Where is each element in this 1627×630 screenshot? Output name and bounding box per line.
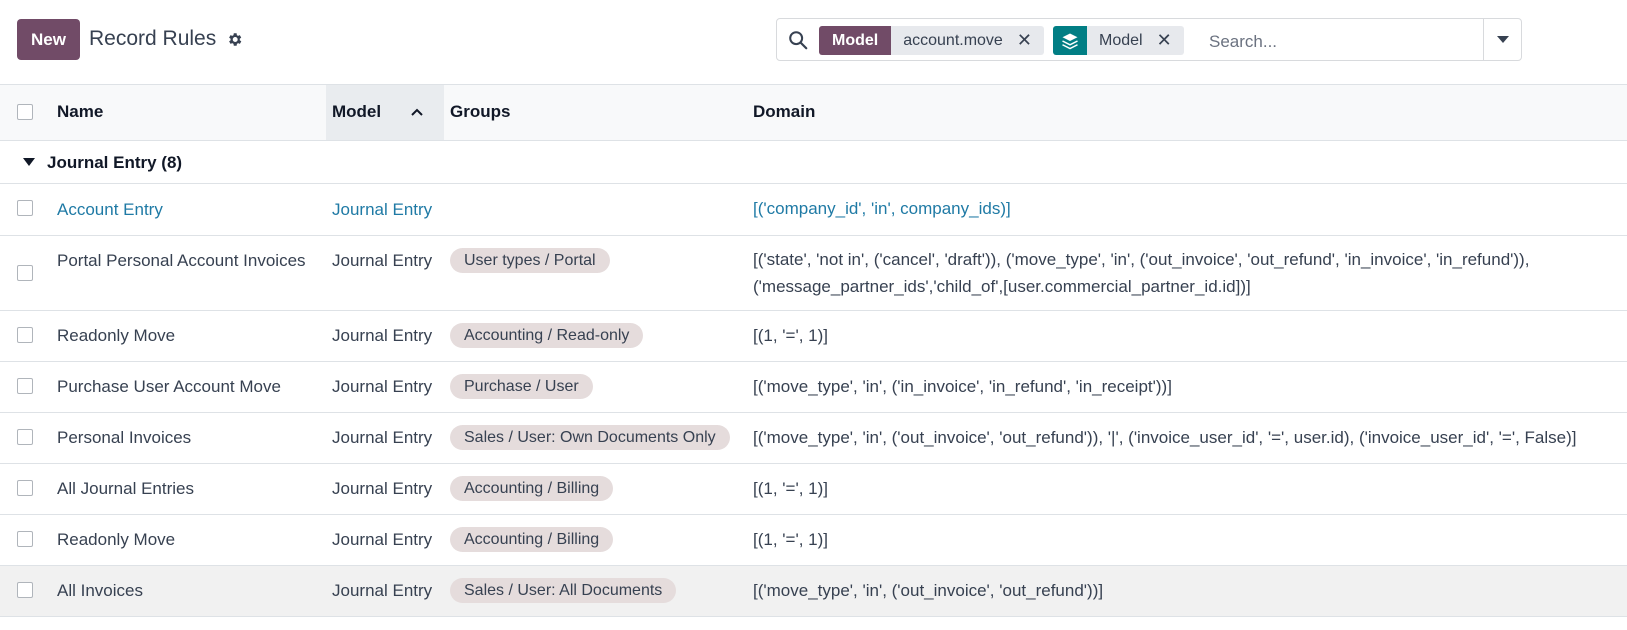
table-row[interactable]: Purchase User Account Move Journal Entry… [0,362,1627,413]
rule-model: Journal Entry [332,581,433,600]
rule-name: Readonly Move [57,326,176,345]
rule-domain: [(1, '=', 1)] [753,322,828,349]
column-header-groups[interactable]: Groups [450,102,510,122]
row-checkbox[interactable] [17,265,33,281]
rule-name: All Journal Entries [57,479,195,498]
rule-name: Purchase User Account Move [57,377,281,396]
caret-down-icon [1496,36,1509,43]
rule-model: Journal Entry [332,326,433,345]
table-row[interactable]: Portal Personal Account Invoices Journal… [0,236,1627,311]
table-row[interactable]: Readonly Move Journal Entry Accounting /… [0,311,1627,362]
rule-model: Journal Entry [332,479,433,498]
domain-line: [(1, '=', 1)] [753,326,828,345]
domain-line: ('message_partner_ids','child_of',[user.… [753,277,1251,296]
rule-domain: [('move_type', 'in', ('in_invoice', 'in_… [753,373,1172,400]
group-row-journal-entry[interactable]: Journal Entry (8) [0,141,1627,184]
row-checkbox[interactable] [17,200,33,216]
search-icon [789,31,808,50]
rule-domain: [('move_type', 'in', ('out_invoice', 'ou… [753,424,1577,451]
domain-line: [('state', 'not in', ('cancel', 'draft')… [753,250,1530,269]
search-input[interactable] [1207,27,1491,56]
table-row[interactable]: All Invoices Journal Entry Sales / User:… [0,566,1627,617]
rule-model: Journal Entry [332,428,433,447]
rule-name: Personal Invoices [57,428,192,447]
group-tag: Accounting / Billing [450,527,614,552]
rule-model: Journal Entry [332,530,433,549]
rule-name: Readonly Move [57,530,176,549]
rule-name: Portal Personal Account Invoices [57,251,306,270]
rule-name: Account Entry [57,200,163,219]
group-tag: User types / Portal [450,248,610,273]
table-header: Name Model Groups Domain [0,85,1627,141]
caret-down-icon [23,158,35,166]
facet-value: Model [1087,26,1151,55]
rule-domain: [(1, '=', 1)] [753,526,828,553]
table-row[interactable]: All Journal Entries Journal Entry Accoun… [0,464,1627,515]
control-panel: New Record Rules Model account.move ✕ Mo… [0,0,1627,85]
row-checkbox[interactable] [17,327,33,343]
facet-type-label: Model [819,26,892,55]
domain-line: [(1, '=', 1)] [753,479,828,498]
layers-icon [1053,26,1087,55]
rule-name: All Invoices [57,581,143,600]
table-row[interactable]: Personal Invoices Journal Entry Sales / … [0,413,1627,464]
row-checkbox[interactable] [17,531,33,547]
row-checkbox[interactable] [17,582,33,598]
group-tag: Accounting / Billing [450,476,614,501]
gear-icon[interactable] [226,31,243,48]
group-tag: Purchase / User [450,374,593,399]
domain-line: [(1, '=', 1)] [753,530,828,549]
rule-domain: [('move_type', 'in', ('out_invoice', 'ou… [753,577,1103,604]
column-header-model[interactable]: Model [332,102,381,122]
facet-groupby: Model ✕ [1053,26,1184,55]
list-view: Name Model Groups Domain Journal Entry (… [0,85,1627,617]
group-label: Journal Entry (8) [47,153,183,172]
row-checkbox[interactable] [17,378,33,394]
column-header-name[interactable]: Name [57,102,103,122]
rule-model: Journal Entry [332,251,433,270]
sort-ascending-icon [411,108,423,116]
search-options-toggle[interactable] [1483,19,1521,60]
domain-line: [('move_type', 'in', ('out_invoice', 'ou… [753,428,1577,447]
facet-value: account.move [891,26,1011,55]
table-row[interactable]: Readonly Move Journal Entry Accounting /… [0,515,1627,566]
new-button[interactable]: New [17,19,80,60]
group-tag: Sales / User: Own Documents Only [450,425,730,450]
domain-line: [('move_type', 'in', ('out_invoice', 'ou… [753,581,1104,600]
rule-domain: [('company_id', 'in', company_ids)] [753,195,1011,222]
remove-facet-button[interactable]: ✕ [1010,26,1044,55]
facet-model: Model account.move ✕ [819,26,1044,55]
rule-domain: [('state', 'not in', ('cancel', 'draft')… [753,246,1529,300]
row-checkbox[interactable] [17,480,33,496]
group-tag: Sales / User: All Documents [450,578,677,603]
rule-model: Journal Entry [332,200,433,219]
remove-facet-button[interactable]: ✕ [1150,26,1184,55]
search-bar[interactable]: Model account.move ✕ Model ✕ [776,18,1522,61]
domain-line: [('company_id', 'in', company_ids)] [753,199,1011,218]
group-tag: Accounting / Read-only [450,323,644,348]
table-row[interactable]: Account Entry Journal Entry [('company_i… [0,184,1627,236]
rule-model: Journal Entry [332,377,433,396]
page-title: Record Rules [89,27,217,50]
domain-line: [('move_type', 'in', ('in_invoice', 'in_… [753,377,1172,396]
row-checkbox[interactable] [17,429,33,445]
column-header-domain[interactable]: Domain [753,102,815,122]
rule-domain: [(1, '=', 1)] [753,475,828,502]
select-all-checkbox[interactable] [17,104,33,120]
